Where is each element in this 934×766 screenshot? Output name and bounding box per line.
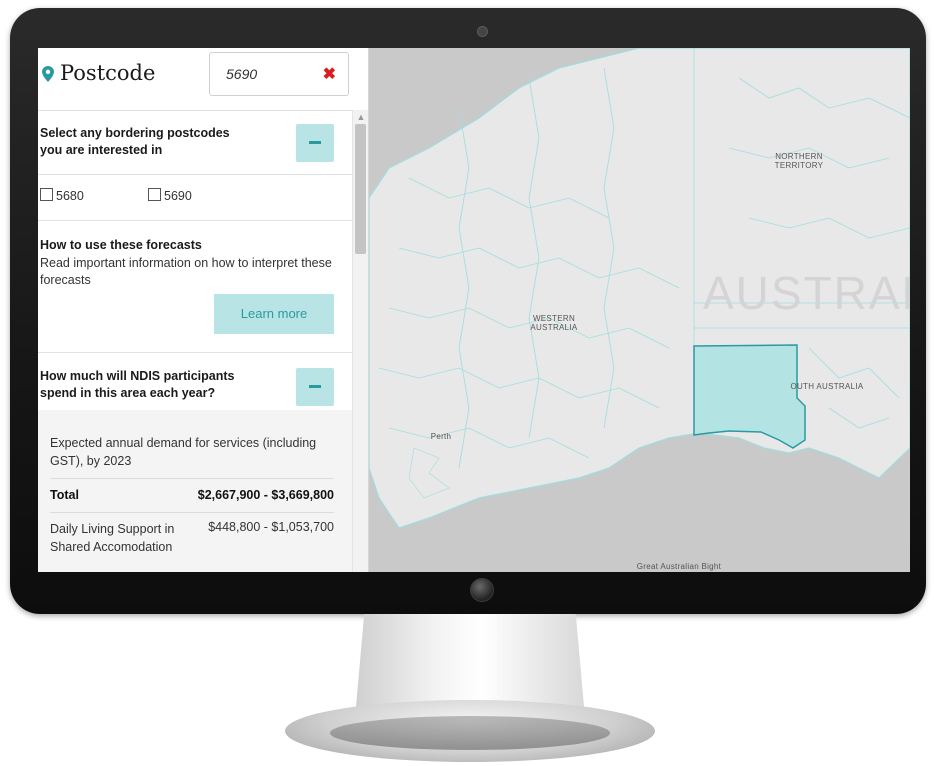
monitor-base-shadow <box>330 716 610 750</box>
scrollbar-thumb[interactable] <box>355 124 366 254</box>
label-south-australia: OUTH AUSTRALIA <box>790 382 864 391</box>
map-pin-icon <box>42 66 54 82</box>
spend-collapse-button[interactable] <box>296 368 334 406</box>
demand-table: Expected annual demand for services (inc… <box>38 410 352 572</box>
divider <box>50 512 334 513</box>
panel-scroll-area: Select any bordering postcodes you are i… <box>38 110 368 572</box>
postcode-header: Postcode 5690 ✖ <box>38 48 368 111</box>
spend-title-line2: spend in this area each year? <box>40 386 216 400</box>
monitor-chin <box>10 572 926 614</box>
label-great-australian-bight: Great Australian Bight <box>636 562 722 571</box>
demand-description: Expected annual demand for services (inc… <box>50 436 317 468</box>
postcode-value[interactable]: 5690 <box>226 66 257 82</box>
table-row-value: $448,800 - $1,053,700 <box>208 520 334 534</box>
bordering-title-line1: Select any bordering postcodes <box>40 126 230 140</box>
spend-section: How much will NDIS participants spend in… <box>38 352 352 410</box>
close-icon[interactable]: ✖ <box>323 64 336 84</box>
table-row-label: Daily Living Support in Shared Accomodat… <box>50 522 175 554</box>
label-perth: Perth <box>430 432 452 441</box>
label-western-australia: WESTERN AUSTRALIA <box>530 314 578 332</box>
label-australia: AUSTRALI <box>703 267 910 319</box>
minus-icon <box>309 385 321 388</box>
label-northern-territory: NORTHERN TERRITORY <box>774 152 824 170</box>
bordering-title: Select any bordering postcodes you are i… <box>40 125 230 159</box>
scrollbar[interactable]: ▲ <box>352 110 368 572</box>
bordering-section: Select any bordering postcodes you are i… <box>38 110 352 175</box>
minus-icon <box>309 141 321 144</box>
help-section <box>38 220 352 353</box>
bordering-options-row <box>38 174 352 221</box>
power-button <box>470 578 494 602</box>
total-label: Total <box>50 488 79 502</box>
bordering-collapse-button[interactable] <box>296 124 334 162</box>
bordering-title-line2: you are interested in <box>40 143 163 157</box>
camera <box>477 26 488 37</box>
side-panel: Postcode 5690 ✖ Select any bordering pos… <box>38 48 369 572</box>
map-view[interactable]: NORTHERN TERRITORY WESTERN AUSTRALIA OUT… <box>369 48 910 572</box>
spend-title: How much will NDIS participants spend in… <box>40 368 234 402</box>
screen: Postcode 5690 ✖ Select any bordering pos… <box>38 48 910 572</box>
total-value: $2,667,900 - $3,669,800 <box>197 488 334 502</box>
scroll-up-arrow-icon[interactable]: ▲ <box>355 112 367 122</box>
postcode-title: Postcode <box>60 61 156 85</box>
postcode-input[interactable]: 5690 ✖ <box>209 52 349 96</box>
divider <box>50 478 334 479</box>
spend-title-line1: How much will NDIS participants <box>40 369 235 383</box>
